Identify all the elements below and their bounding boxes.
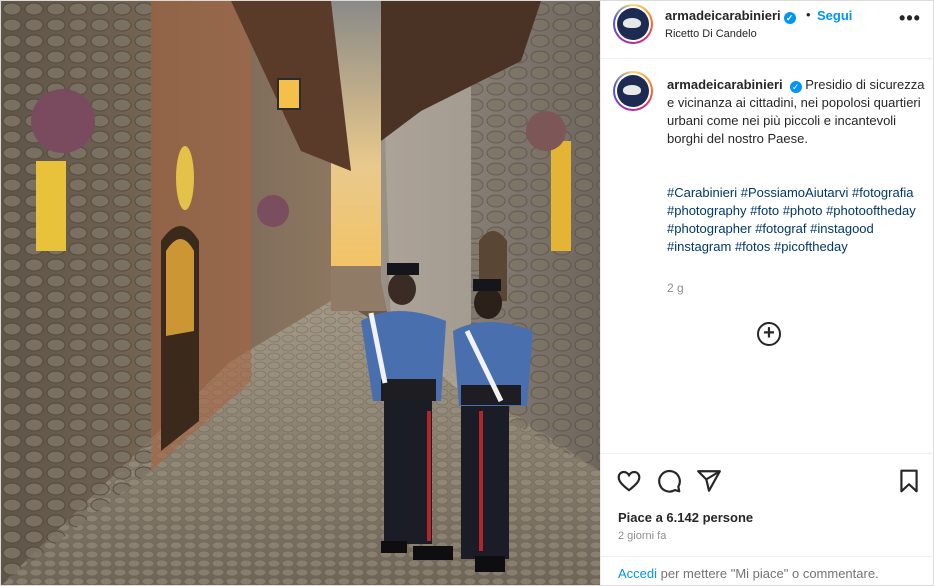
login-prompt: Accedi per mettere "Mi piace" o commenta… bbox=[601, 556, 934, 585]
caption-username[interactable]: armadeicarabinieri bbox=[667, 77, 783, 92]
caption-avatar[interactable] bbox=[613, 71, 653, 111]
verified-badge-icon: ✓ bbox=[783, 12, 796, 24]
hashtag-link[interactable]: #instagood bbox=[810, 221, 874, 236]
login-prompt-rest: per mettere "Mi piace" o commentare. bbox=[657, 566, 879, 581]
verified-badge-icon: ✓ bbox=[789, 81, 802, 93]
hashtag-link[interactable]: #photographer bbox=[667, 221, 752, 236]
hashtag-link[interactable]: #Carabinieri bbox=[667, 185, 737, 200]
comment-icon[interactable] bbox=[656, 468, 682, 494]
follow-button[interactable]: Segui bbox=[817, 8, 852, 23]
hashtag-link[interactable]: #fotograf bbox=[755, 221, 806, 236]
post-timestamp[interactable]: 2 giorni fa bbox=[618, 530, 666, 542]
more-options-icon[interactable]: ••• bbox=[898, 9, 922, 35]
heart-icon[interactable] bbox=[616, 468, 642, 494]
author-username[interactable]: armadeicarabinieri ✓ bbox=[665, 8, 796, 24]
hashtag-link[interactable]: #foto bbox=[750, 203, 779, 218]
login-link[interactable]: Accedi bbox=[618, 566, 657, 581]
hashtag-link[interactable]: #photooftheday bbox=[826, 203, 916, 218]
separator-dot: • bbox=[806, 7, 811, 22]
plus-circle-icon[interactable]: + bbox=[757, 322, 781, 346]
login-prompt-text: Accedi per mettere "Mi piace" o commenta… bbox=[618, 566, 879, 581]
hashtag-link[interactable]: #fotos bbox=[735, 239, 770, 254]
post-photo[interactable] bbox=[1, 1, 600, 585]
hashtag-link[interactable]: #photo bbox=[783, 203, 823, 218]
author-avatar[interactable] bbox=[613, 4, 653, 44]
hashtag-link[interactable]: #photography bbox=[667, 203, 747, 218]
share-icon[interactable] bbox=[696, 468, 722, 494]
author-username-text[interactable]: armadeicarabinieri bbox=[665, 8, 781, 23]
post-location[interactable]: Ricetto Di Candelo bbox=[665, 28, 757, 40]
carabinieri-logo-icon bbox=[617, 75, 649, 107]
post-header: armadeicarabinieri ✓ • Segui Ricetto Di C… bbox=[601, 1, 934, 59]
action-bar: Piace a 6.142 persone 2 giorni fa bbox=[601, 453, 934, 556]
alley-scene-image bbox=[1, 1, 600, 585]
caption-timestamp[interactable]: 2 g bbox=[667, 281, 684, 295]
caption-text-block: armadeicarabinieri ✓ Presidio di sicurezz… bbox=[667, 76, 929, 148]
post-side-panel: armadeicarabinieri ✓ • Segui Ricetto Di C… bbox=[600, 1, 934, 585]
carabinieri-logo-icon bbox=[617, 8, 649, 40]
hashtag-list: #Carabinieri #PossiamoAiutarvi #fotograf… bbox=[667, 184, 929, 256]
like-count[interactable]: Piace a 6.142 persone bbox=[618, 510, 753, 525]
bookmark-icon[interactable] bbox=[896, 468, 922, 494]
caption-section: armadeicarabinieri ✓ Presidio di sicurezz… bbox=[601, 59, 934, 453]
hashtag-link[interactable]: #instagram bbox=[667, 239, 731, 254]
hashtag-link[interactable]: #picoftheday bbox=[774, 239, 848, 254]
hashtag-link[interactable]: #fotografia bbox=[852, 185, 913, 200]
hashtag-link[interactable]: #PossiamoAiutarvi bbox=[741, 185, 849, 200]
